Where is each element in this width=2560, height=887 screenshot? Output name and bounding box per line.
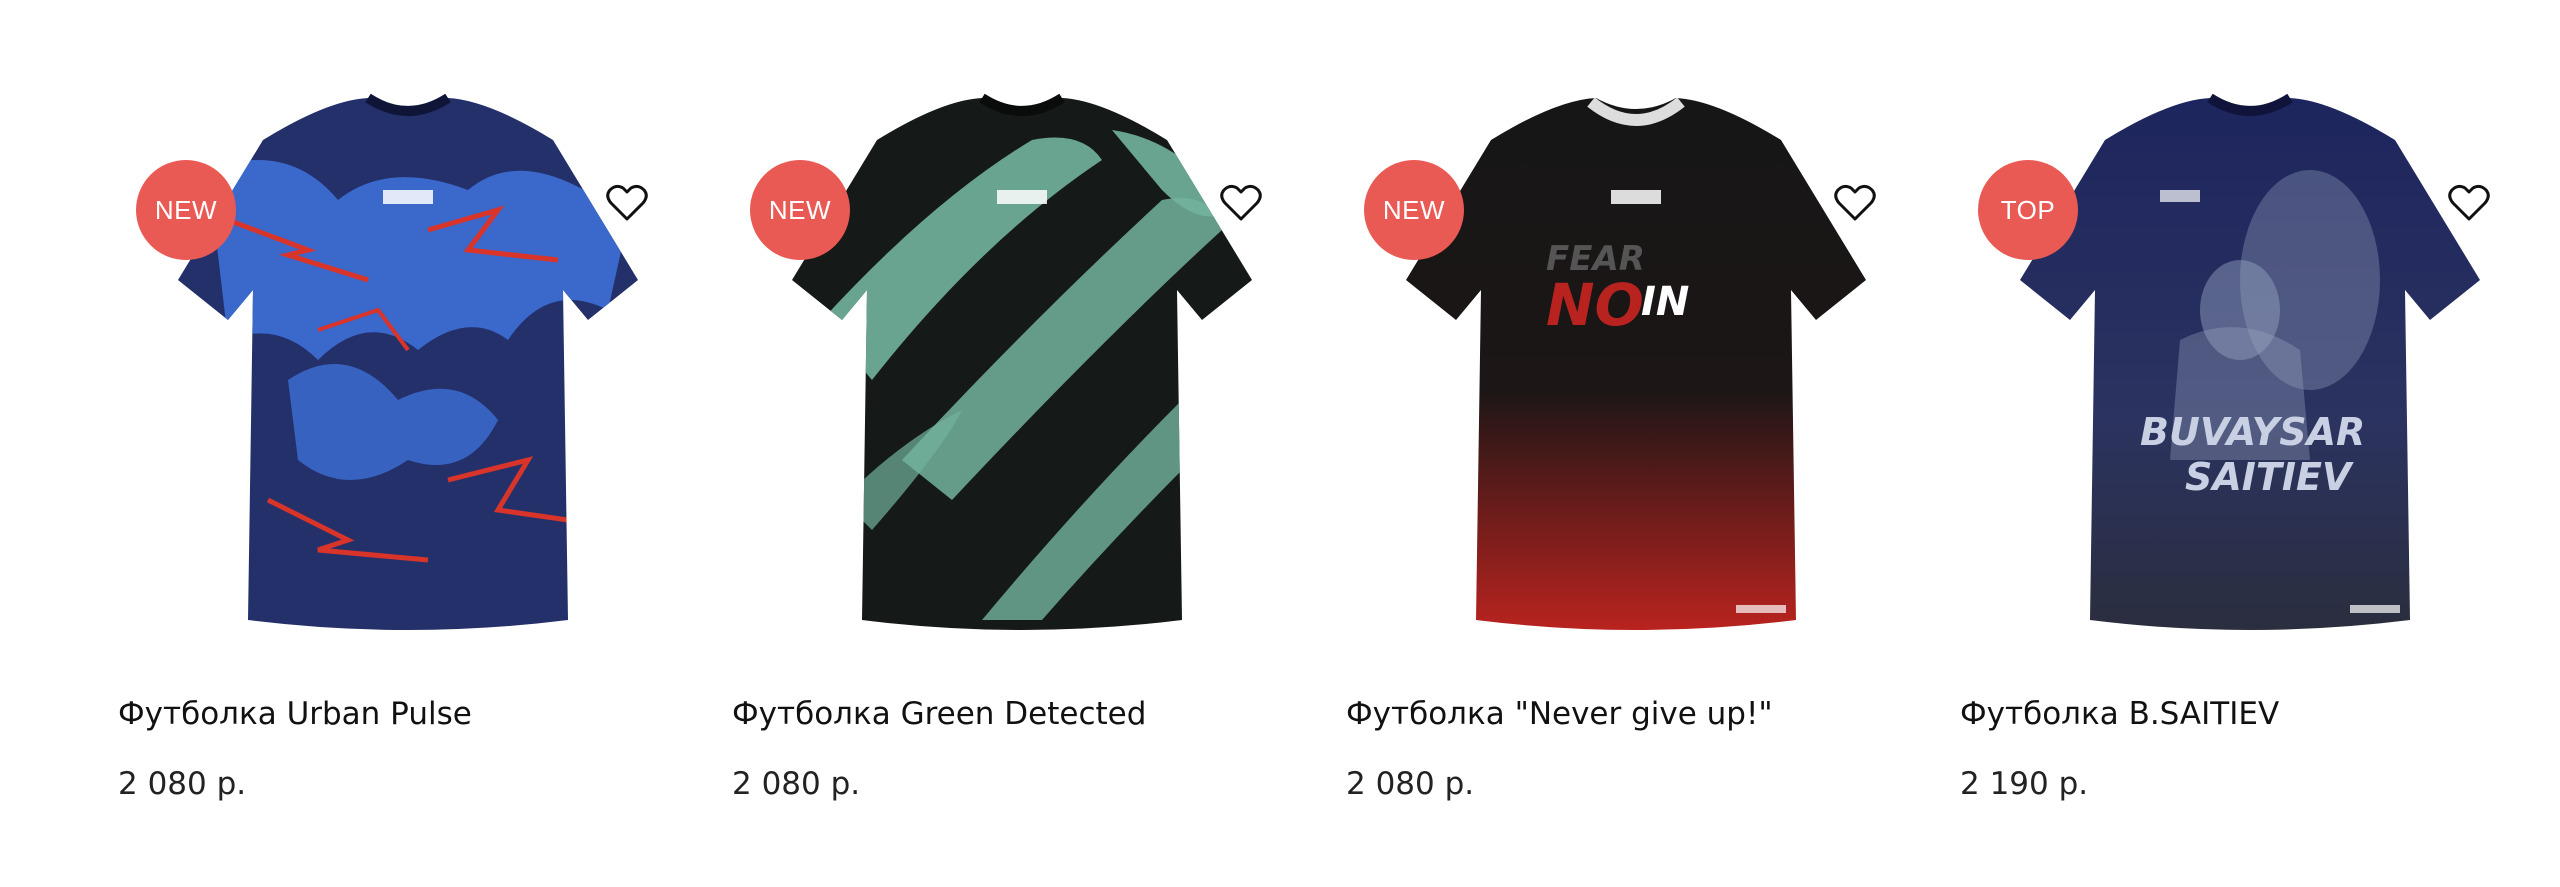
heart-outline-icon[interactable] bbox=[603, 180, 651, 226]
product-card[interactable]: FEAR NO IN NEW Футболка "Never give up!"… bbox=[1346, 0, 1958, 887]
heart-outline-icon[interactable] bbox=[1831, 180, 1879, 226]
product-image bbox=[178, 93, 638, 630]
product-image-link[interactable]: FEAR NO IN NEW bbox=[1346, 60, 1958, 660]
product-image: BUVAYSAR SAITIEV bbox=[2020, 93, 2480, 630]
product-grid: NEW Футболка Urban Pulse 2 080 р. NEW Фу… bbox=[0, 0, 2560, 887]
heart-outline-icon[interactable] bbox=[1217, 180, 1265, 226]
badge-new: NEW bbox=[750, 160, 850, 260]
product-price: 2 080 р. bbox=[1346, 766, 1475, 802]
heart-outline-icon[interactable] bbox=[2445, 180, 2493, 226]
product-image: FEAR NO IN bbox=[1406, 97, 1866, 630]
product-image-link[interactable]: NEW bbox=[118, 60, 730, 660]
product-title[interactable]: Футболка B.SAITIEV bbox=[1960, 696, 2560, 732]
product-card[interactable]: BUVAYSAR SAITIEV TOP Футболка B.SAITIEV … bbox=[1960, 0, 2560, 887]
product-card[interactable]: NEW Футболка Green Detected 2 080 р. bbox=[732, 0, 1344, 887]
product-title[interactable]: Футболка Urban Pulse bbox=[118, 696, 718, 732]
product-image-link[interactable]: NEW bbox=[732, 60, 1344, 660]
product-title[interactable]: Футболка Green Detected bbox=[732, 696, 1332, 732]
badge-new: NEW bbox=[136, 160, 236, 260]
product-price: 2 190 р. bbox=[1960, 766, 2089, 802]
svg-text:BUVAYSAR: BUVAYSAR bbox=[2140, 410, 2365, 454]
product-image bbox=[792, 93, 1252, 630]
svg-text:NO: NO bbox=[1546, 271, 1644, 339]
badge-top: TOP bbox=[1978, 160, 2078, 260]
product-card[interactable]: NEW Футболка Urban Pulse 2 080 р. bbox=[118, 0, 730, 887]
product-price: 2 080 р. bbox=[118, 766, 247, 802]
product-title[interactable]: Футболка "Never give up!" bbox=[1346, 696, 1946, 732]
product-price: 2 080 р. bbox=[732, 766, 861, 802]
product-image-link[interactable]: BUVAYSAR SAITIEV TOP bbox=[1960, 60, 2560, 660]
svg-text:SAITIEV: SAITIEV bbox=[2185, 455, 2354, 499]
svg-text:IN: IN bbox=[1641, 279, 1689, 325]
badge-new: NEW bbox=[1364, 160, 1464, 260]
